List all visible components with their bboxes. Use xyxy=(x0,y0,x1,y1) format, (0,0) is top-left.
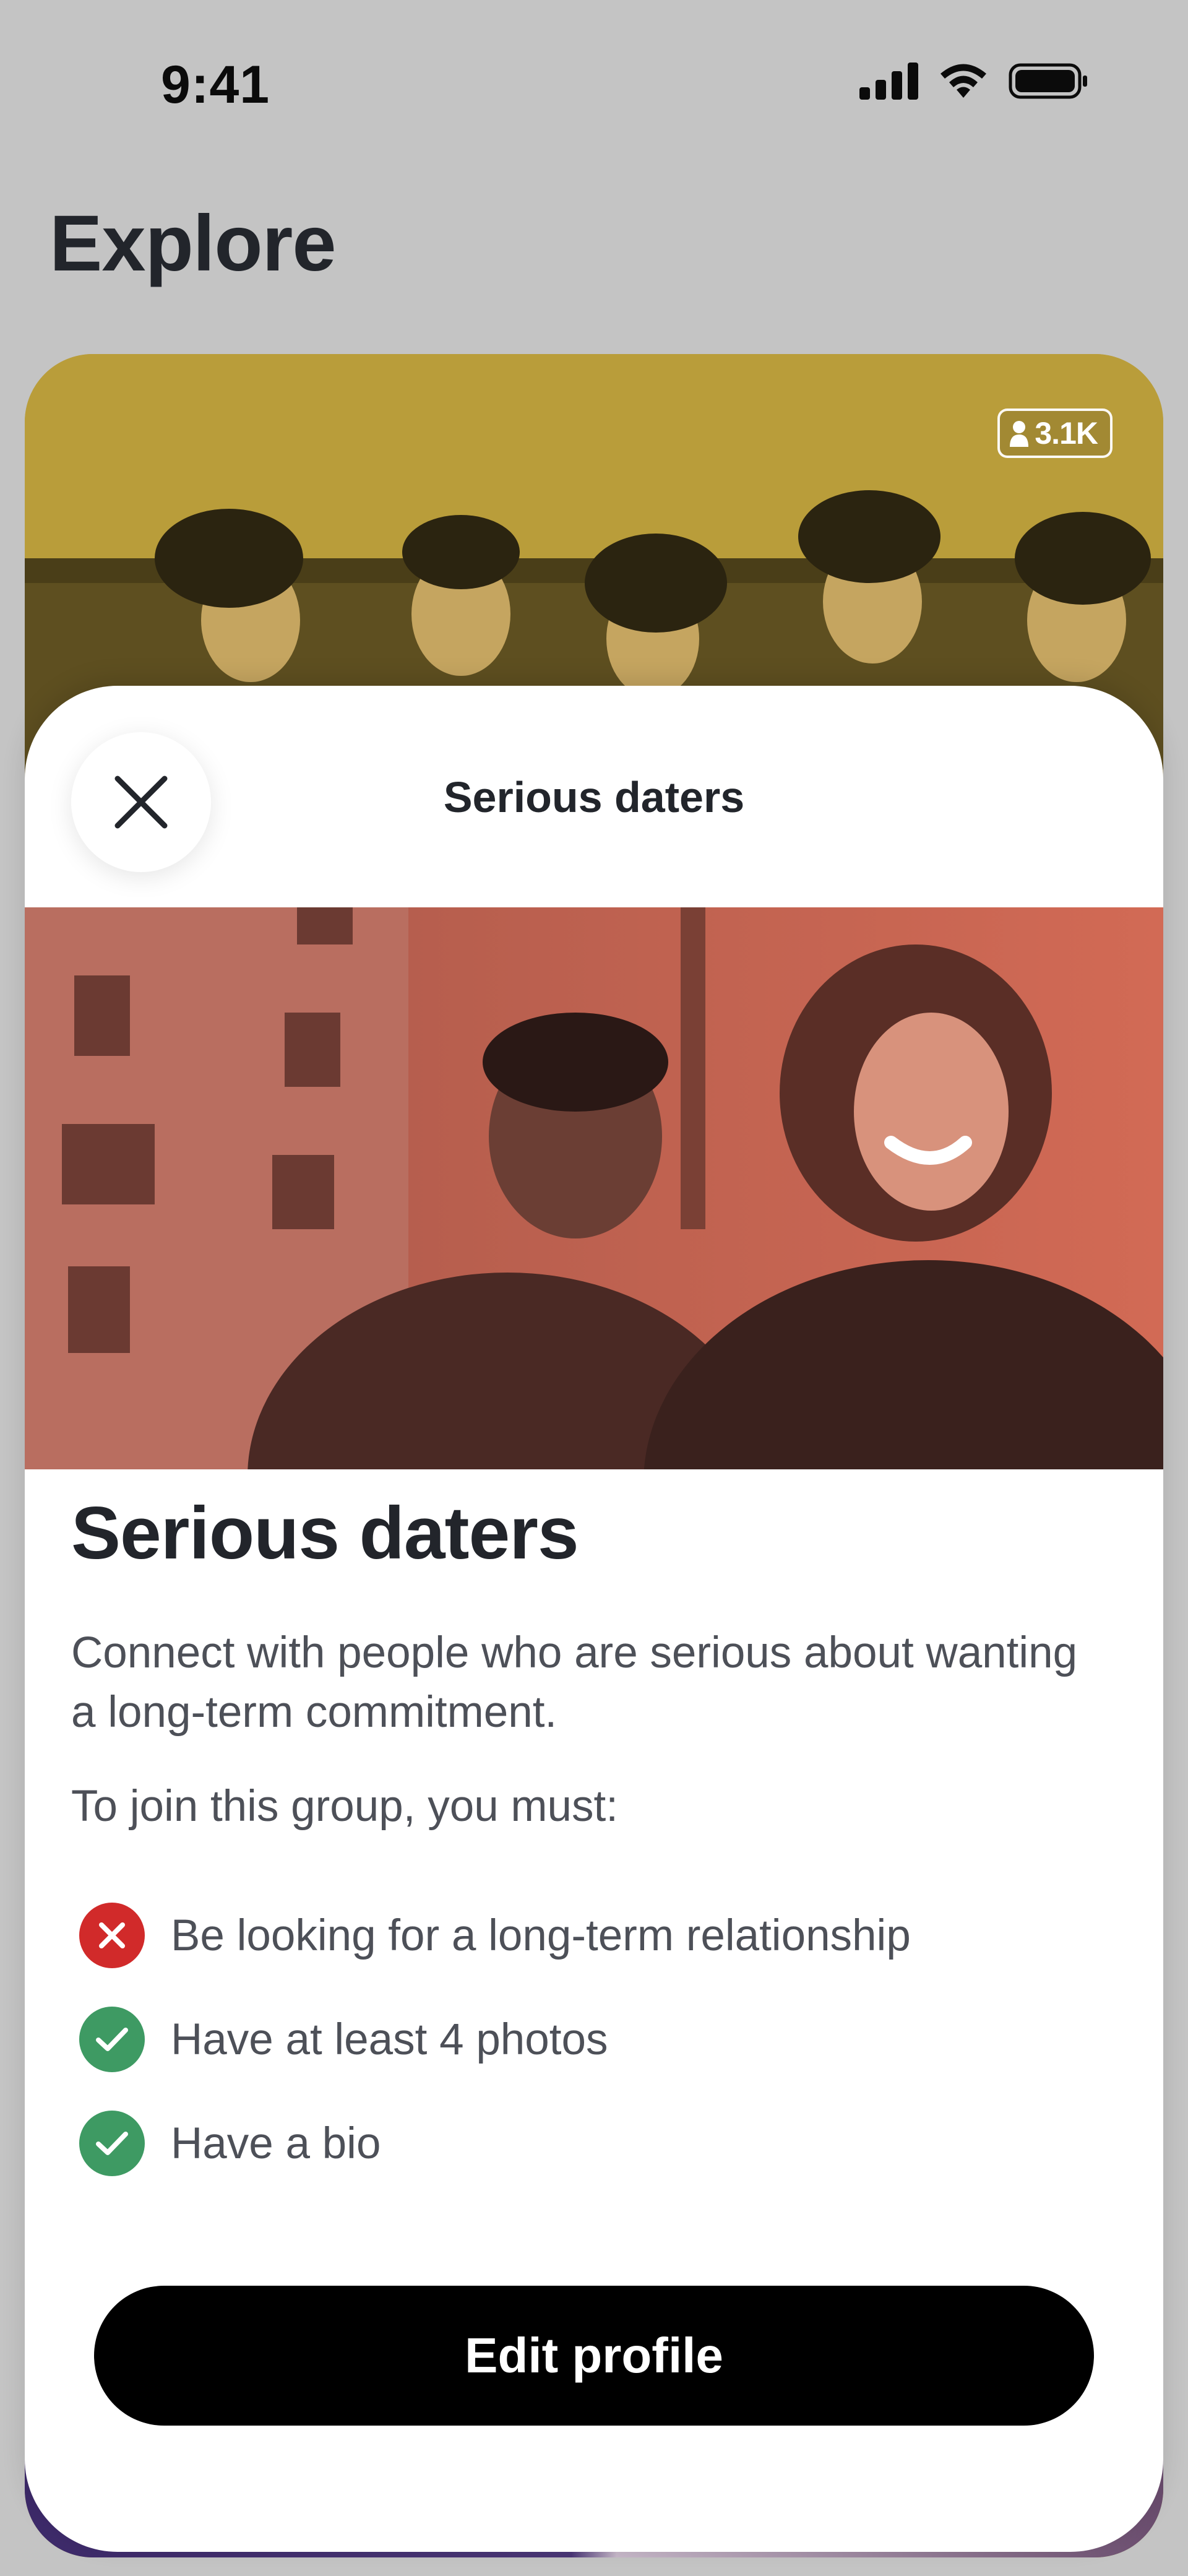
requirements-list: Be looking for a long-term relationship … xyxy=(79,1883,911,2195)
group-heading: Serious daters xyxy=(71,1492,579,1575)
person-icon xyxy=(1010,421,1029,447)
cellular-signal-icon xyxy=(859,63,918,100)
requirement-item: Have at least 4 photos xyxy=(79,1987,911,2091)
battery-icon xyxy=(1009,62,1089,100)
status-bar: 9:41 xyxy=(0,0,1188,173)
wifi-icon xyxy=(937,62,990,100)
status-time: 9:41 xyxy=(161,55,270,115)
sheet-title: Serious daters xyxy=(443,773,745,821)
x-circle-icon xyxy=(79,1903,145,1968)
requirement-text: Have a bio xyxy=(171,2119,381,2168)
members-count: 3.1K xyxy=(1035,416,1098,451)
check-circle-icon xyxy=(79,2111,145,2176)
group-details-sheet: Serious daters Serious daters Connect wi… xyxy=(25,686,1163,2552)
check-circle-icon xyxy=(79,2007,145,2072)
group-hero-image xyxy=(25,907,1163,1469)
members-count-badge: 3.1K xyxy=(997,408,1113,458)
requirement-item: Be looking for a long-term relationship xyxy=(79,1883,911,1987)
page-title: Explore xyxy=(50,199,336,288)
edit-profile-button[interactable]: Edit profile xyxy=(94,2286,1094,2426)
requirement-text: Be looking for a long-term relationship xyxy=(171,1911,911,1960)
group-description: Connect with people who are serious abou… xyxy=(71,1628,1078,1737)
requirements-intro: To join this group, you must: xyxy=(71,1782,618,1831)
status-icons xyxy=(859,62,1089,100)
requirement-item: Have a bio xyxy=(79,2091,911,2195)
requirement-text: Have at least 4 photos xyxy=(171,2015,608,2064)
